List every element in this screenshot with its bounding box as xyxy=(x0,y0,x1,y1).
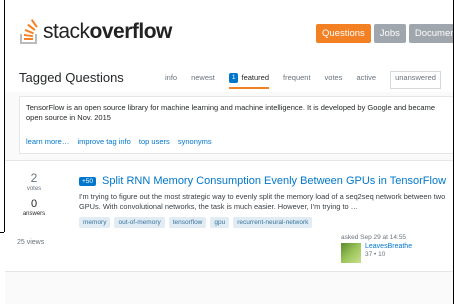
tag-info-box: TensorFlow is an open source library for… xyxy=(19,96,453,154)
asked-time: asked Sep 29 at 14:55 xyxy=(341,234,407,241)
logo-text: stackoverflow xyxy=(43,20,172,43)
tab-votes[interactable]: votes xyxy=(325,72,343,89)
votes-label: votes xyxy=(26,186,42,192)
question-excerpt: I'm trying to figure out the most strate… xyxy=(79,192,446,211)
tab-featured-label: featured xyxy=(241,73,270,82)
votes-box: 2 votes xyxy=(19,171,49,192)
tag-gpu[interactable]: gpu xyxy=(210,217,230,228)
tag-memory[interactable]: memory xyxy=(79,217,111,228)
improve-tag-info-link[interactable]: improve tag info xyxy=(77,137,130,146)
tagged-questions-bar: Tagged Questions info newest 1 featured … xyxy=(5,62,453,92)
top-users-link[interactable]: top users xyxy=(139,137,170,146)
avatar[interactable] xyxy=(341,243,361,263)
page-title: Tagged Questions xyxy=(19,70,124,85)
tab-unanswered[interactable]: unanswered xyxy=(390,71,441,89)
question-stats: 2 votes 0 answers xyxy=(19,171,49,217)
tab-newest[interactable]: newest xyxy=(191,72,215,89)
tag-out-of-memory[interactable]: out-of-memory xyxy=(114,217,165,228)
tab-info[interactable]: info xyxy=(165,72,177,89)
synonyms-link[interactable]: synonyms xyxy=(178,137,212,146)
nav-documentation-button[interactable]: Documentatio xyxy=(408,24,453,43)
question-title-link[interactable]: Split RNN Memory Consumption Evenly Betw… xyxy=(102,175,446,187)
sort-tabs: info newest 1 featured frequent votes ac… xyxy=(165,71,453,89)
tag-info-links: learn more… improve tag info top users s… xyxy=(26,137,218,146)
bounty-badge[interactable]: +50 xyxy=(79,176,97,186)
tag-tensorflow[interactable]: tensorflow xyxy=(168,217,207,228)
owner-reputation: 37 • 10 xyxy=(365,251,386,258)
answer-count: 0 xyxy=(30,198,38,210)
question-owner: asked Sep 29 at 14:55 LeavesBreathe 37 •… xyxy=(341,234,453,263)
question-title-row: +50 Split RNN Memory Consumption Evenly … xyxy=(79,175,446,187)
site-logo[interactable]: stackoverflow xyxy=(19,19,172,45)
answers-label: answers xyxy=(22,211,46,217)
tag-description: TensorFlow is an open source library for… xyxy=(26,103,435,122)
tab-frequent[interactable]: frequent xyxy=(283,72,311,89)
question-summary: 2 votes 0 answers 25 views +50 Split RNN… xyxy=(5,160,453,272)
site-header: stackoverflow Questions Jobs Documentati… xyxy=(5,0,453,63)
tab-active[interactable]: active xyxy=(356,72,376,89)
vote-count: 2 xyxy=(30,171,38,185)
owner-row: LeavesBreathe 37 • 10 xyxy=(341,243,453,263)
tab-featured[interactable]: 1 featured xyxy=(228,72,270,89)
stack-logo-icon xyxy=(19,19,41,45)
learn-more-link[interactable]: learn more… xyxy=(26,137,69,146)
view-count: 25 views xyxy=(17,239,45,246)
owner-name-link[interactable]: LeavesBreathe xyxy=(365,243,412,250)
nav-questions-button[interactable]: Questions xyxy=(316,24,371,43)
featured-count-badge: 1 xyxy=(228,73,239,83)
page: stackoverflow Questions Jobs Documentati… xyxy=(5,0,453,304)
tag-recurrent-neural-network[interactable]: recurrent-neural-network xyxy=(233,217,313,228)
answers-box: 0 answers xyxy=(19,198,49,217)
frame-line-bottom xyxy=(0,232,4,233)
nav-jobs-button[interactable]: Jobs xyxy=(373,24,406,43)
owner-info: LeavesBreathe 37 • 10 xyxy=(365,243,412,263)
top-nav: Questions Jobs Documentatio xyxy=(316,24,453,43)
question-tags: memory out-of-memory tensorflow gpu recu… xyxy=(79,217,313,228)
